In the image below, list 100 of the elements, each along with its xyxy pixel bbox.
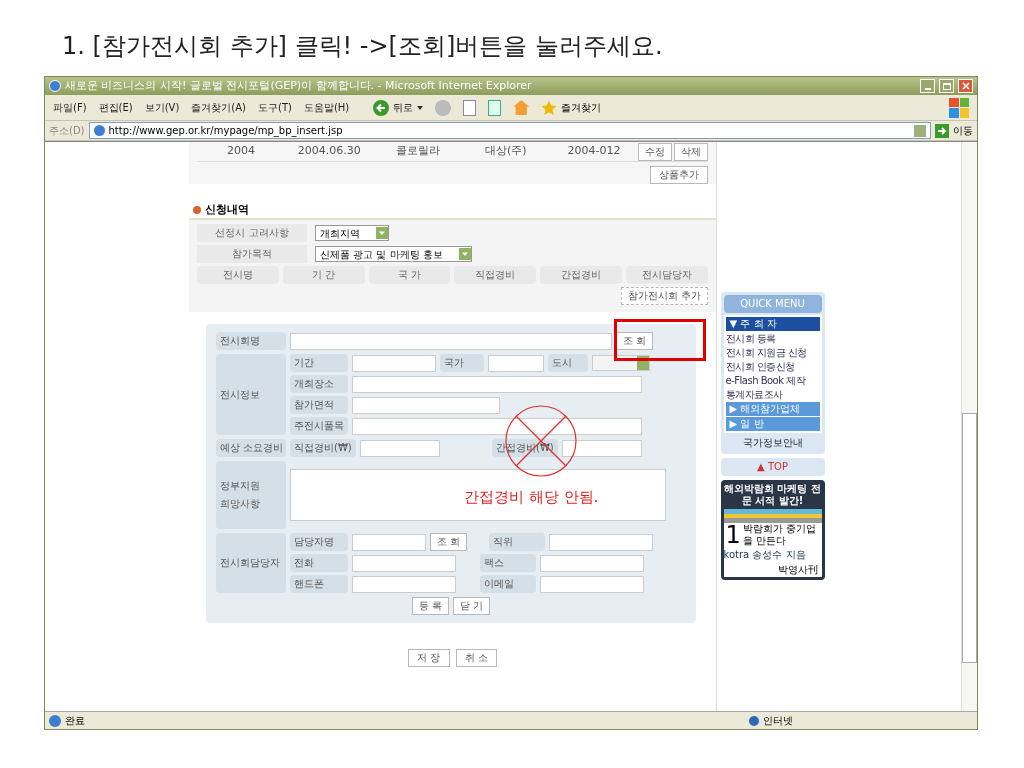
table-cell-text: 대상(주) (483, 143, 528, 160)
form-label: 팩스 (480, 554, 536, 572)
close-icon (961, 82, 970, 90)
small-button[interactable]: 수정 (638, 142, 672, 161)
text-field[interactable] (352, 417, 642, 435)
home-icon[interactable] (513, 100, 530, 115)
minimize-button[interactable] (920, 79, 935, 93)
back-button[interactable]: 뒤로 (373, 99, 424, 116)
ad-headline: 해외박람회 마케팅 전문 서적 발간! (723, 483, 822, 507)
table-cell-text: 2004.06.30 (296, 143, 362, 160)
text-field[interactable] (540, 554, 644, 572)
menu-item[interactable]: 즐겨찾기(A) (191, 100, 246, 115)
form-label: 참가면적 (290, 396, 348, 414)
address-label: 주소(D) (49, 124, 85, 138)
small-button[interactable]: 조 회 (430, 533, 468, 551)
small-button[interactable]: 삭제 (674, 142, 708, 161)
ad-author: kotra 송성수 지음 (723, 548, 807, 562)
text-field[interactable] (352, 554, 456, 572)
text-area[interactable] (290, 469, 666, 521)
quick-menu-link[interactable]: 국가정보안내 (723, 435, 822, 451)
book-title: 박람회가 중기업을 만든다 (742, 523, 817, 547)
menu-header[interactable]: ▼ 주 최 자 (725, 317, 820, 331)
browser-icon (49, 80, 61, 92)
text-field[interactable] (352, 375, 642, 393)
text-field[interactable] (352, 354, 436, 372)
small-button[interactable]: 닫 기 (453, 597, 491, 615)
small-button[interactable]: 저 장 (408, 649, 450, 667)
table-cell-text: 2004-012 (566, 143, 622, 160)
dropdown[interactable]: 개최지역 (315, 225, 389, 241)
text-field[interactable] (549, 533, 654, 551)
column-header: 국 가 (368, 266, 451, 284)
menu-item[interactable]: 파일(F) (53, 100, 87, 115)
menu-item[interactable]: 도구(T) (258, 100, 292, 115)
text-field[interactable] (352, 396, 500, 414)
window-title: 새로운 비즈니스의 시작! 글로벌 전시포털(GEP)이 함께합니다. - Microsoft Internet Explorer (65, 77, 533, 94)
form-label: 전시회명 (216, 332, 286, 350)
text-field[interactable] (290, 332, 612, 350)
text-field[interactable] (540, 575, 644, 593)
menu-item[interactable]: 편집(E) (98, 100, 133, 115)
form-label: 개최장소 (290, 375, 348, 393)
text-field[interactable] (488, 354, 544, 372)
slide-title: 1. [참가전시회 추가] 클릭! ->[조회]버튼을 눌러주세요. (61, 31, 664, 62)
small-button[interactable]: 등 록 (411, 597, 449, 615)
column-header: 전시명 (197, 266, 279, 284)
form-label: 도시 (548, 354, 588, 372)
address-field[interactable]: http://www.gep.or.kr/mypage/mp_bp_insert.jsp (88, 122, 931, 139)
form-label: 정부지원 희망사항 (216, 461, 286, 529)
table-cell-text: 콜로릴라 (394, 143, 441, 160)
close-button[interactable] (958, 79, 973, 93)
section-title: 신청내역 (205, 201, 249, 218)
top-button[interactable]: ▲ TOP (720, 458, 825, 476)
small-button[interactable]: 참가전시회 추가 (620, 287, 708, 305)
form-label: 핸드폰 (290, 575, 348, 593)
field-label: 선정시 고려사항 (197, 224, 307, 242)
small-button[interactable]: 상품추가 (650, 166, 708, 184)
bullet-icon (193, 206, 201, 214)
favorites-button[interactable]: 즐겨찾기 (541, 99, 602, 116)
field-label: 참가목적 (197, 245, 307, 263)
dropdown[interactable] (592, 355, 650, 371)
column-header: 전시담당자 (626, 266, 708, 284)
go-arrow-icon (935, 123, 949, 138)
form-label: 전시정보 (216, 354, 286, 435)
text-field[interactable] (360, 439, 440, 457)
ad-publisher: 박영사刊 (776, 563, 819, 577)
menu-item[interactable]: 보기(V) (144, 100, 180, 115)
form-label: 전화 (290, 554, 348, 572)
form-label: 직위 (489, 533, 546, 551)
dropdown[interactable]: 신제품 광고 및 마케팅 홍보 (315, 246, 472, 262)
small-button[interactable]: 취 소 (455, 649, 497, 667)
column-header: 직접경비 (454, 266, 537, 284)
maximize-button[interactable] (939, 79, 954, 93)
column-header: 기 간 (282, 266, 365, 284)
zone-text: 인터넷 (763, 714, 793, 728)
menu-item[interactable]: 도움말(H) (303, 100, 350, 115)
go-button[interactable]: 이동 (935, 123, 973, 138)
quick-menu-link[interactable]: 전시회 인증신청 (725, 360, 820, 373)
table-cell-text: 2004 (226, 143, 257, 160)
form-label: 담당자명 (290, 533, 348, 551)
form-label: 직접경비(₩) (290, 439, 356, 457)
form-label: 이메일 (480, 575, 536, 593)
quick-menu-title: QUICK MENU (723, 295, 822, 313)
text-field[interactable] (562, 439, 642, 457)
quick-menu-link[interactable]: 전시회 등록 (725, 332, 820, 345)
form-label: 예상 소요경비 (216, 439, 286, 457)
quick-menu-link[interactable]: 통계자료조사 (725, 388, 820, 401)
windows-logo-icon (949, 97, 969, 118)
form-label: 전시회담당자 (216, 533, 286, 593)
ad-number: 1 (724, 523, 742, 547)
annotation-text: 간접경비 해당 안됨. (464, 487, 599, 508)
quick-menu-link[interactable]: 전시회 지원금 신청 (725, 346, 820, 359)
star-icon (541, 99, 558, 116)
form-label: 주전시품목 (290, 417, 348, 435)
scrollbar[interactable] (961, 142, 977, 711)
quick-menu-link[interactable]: e-Flash Book 제작 (725, 374, 820, 387)
text-field[interactable] (352, 575, 456, 593)
form-label: 기간 (290, 354, 348, 372)
form-label: 국가 (440, 354, 484, 372)
small-button[interactable]: 조 회 (616, 332, 654, 350)
column-header: 간접경비 (540, 266, 623, 284)
text-field[interactable] (352, 533, 426, 551)
